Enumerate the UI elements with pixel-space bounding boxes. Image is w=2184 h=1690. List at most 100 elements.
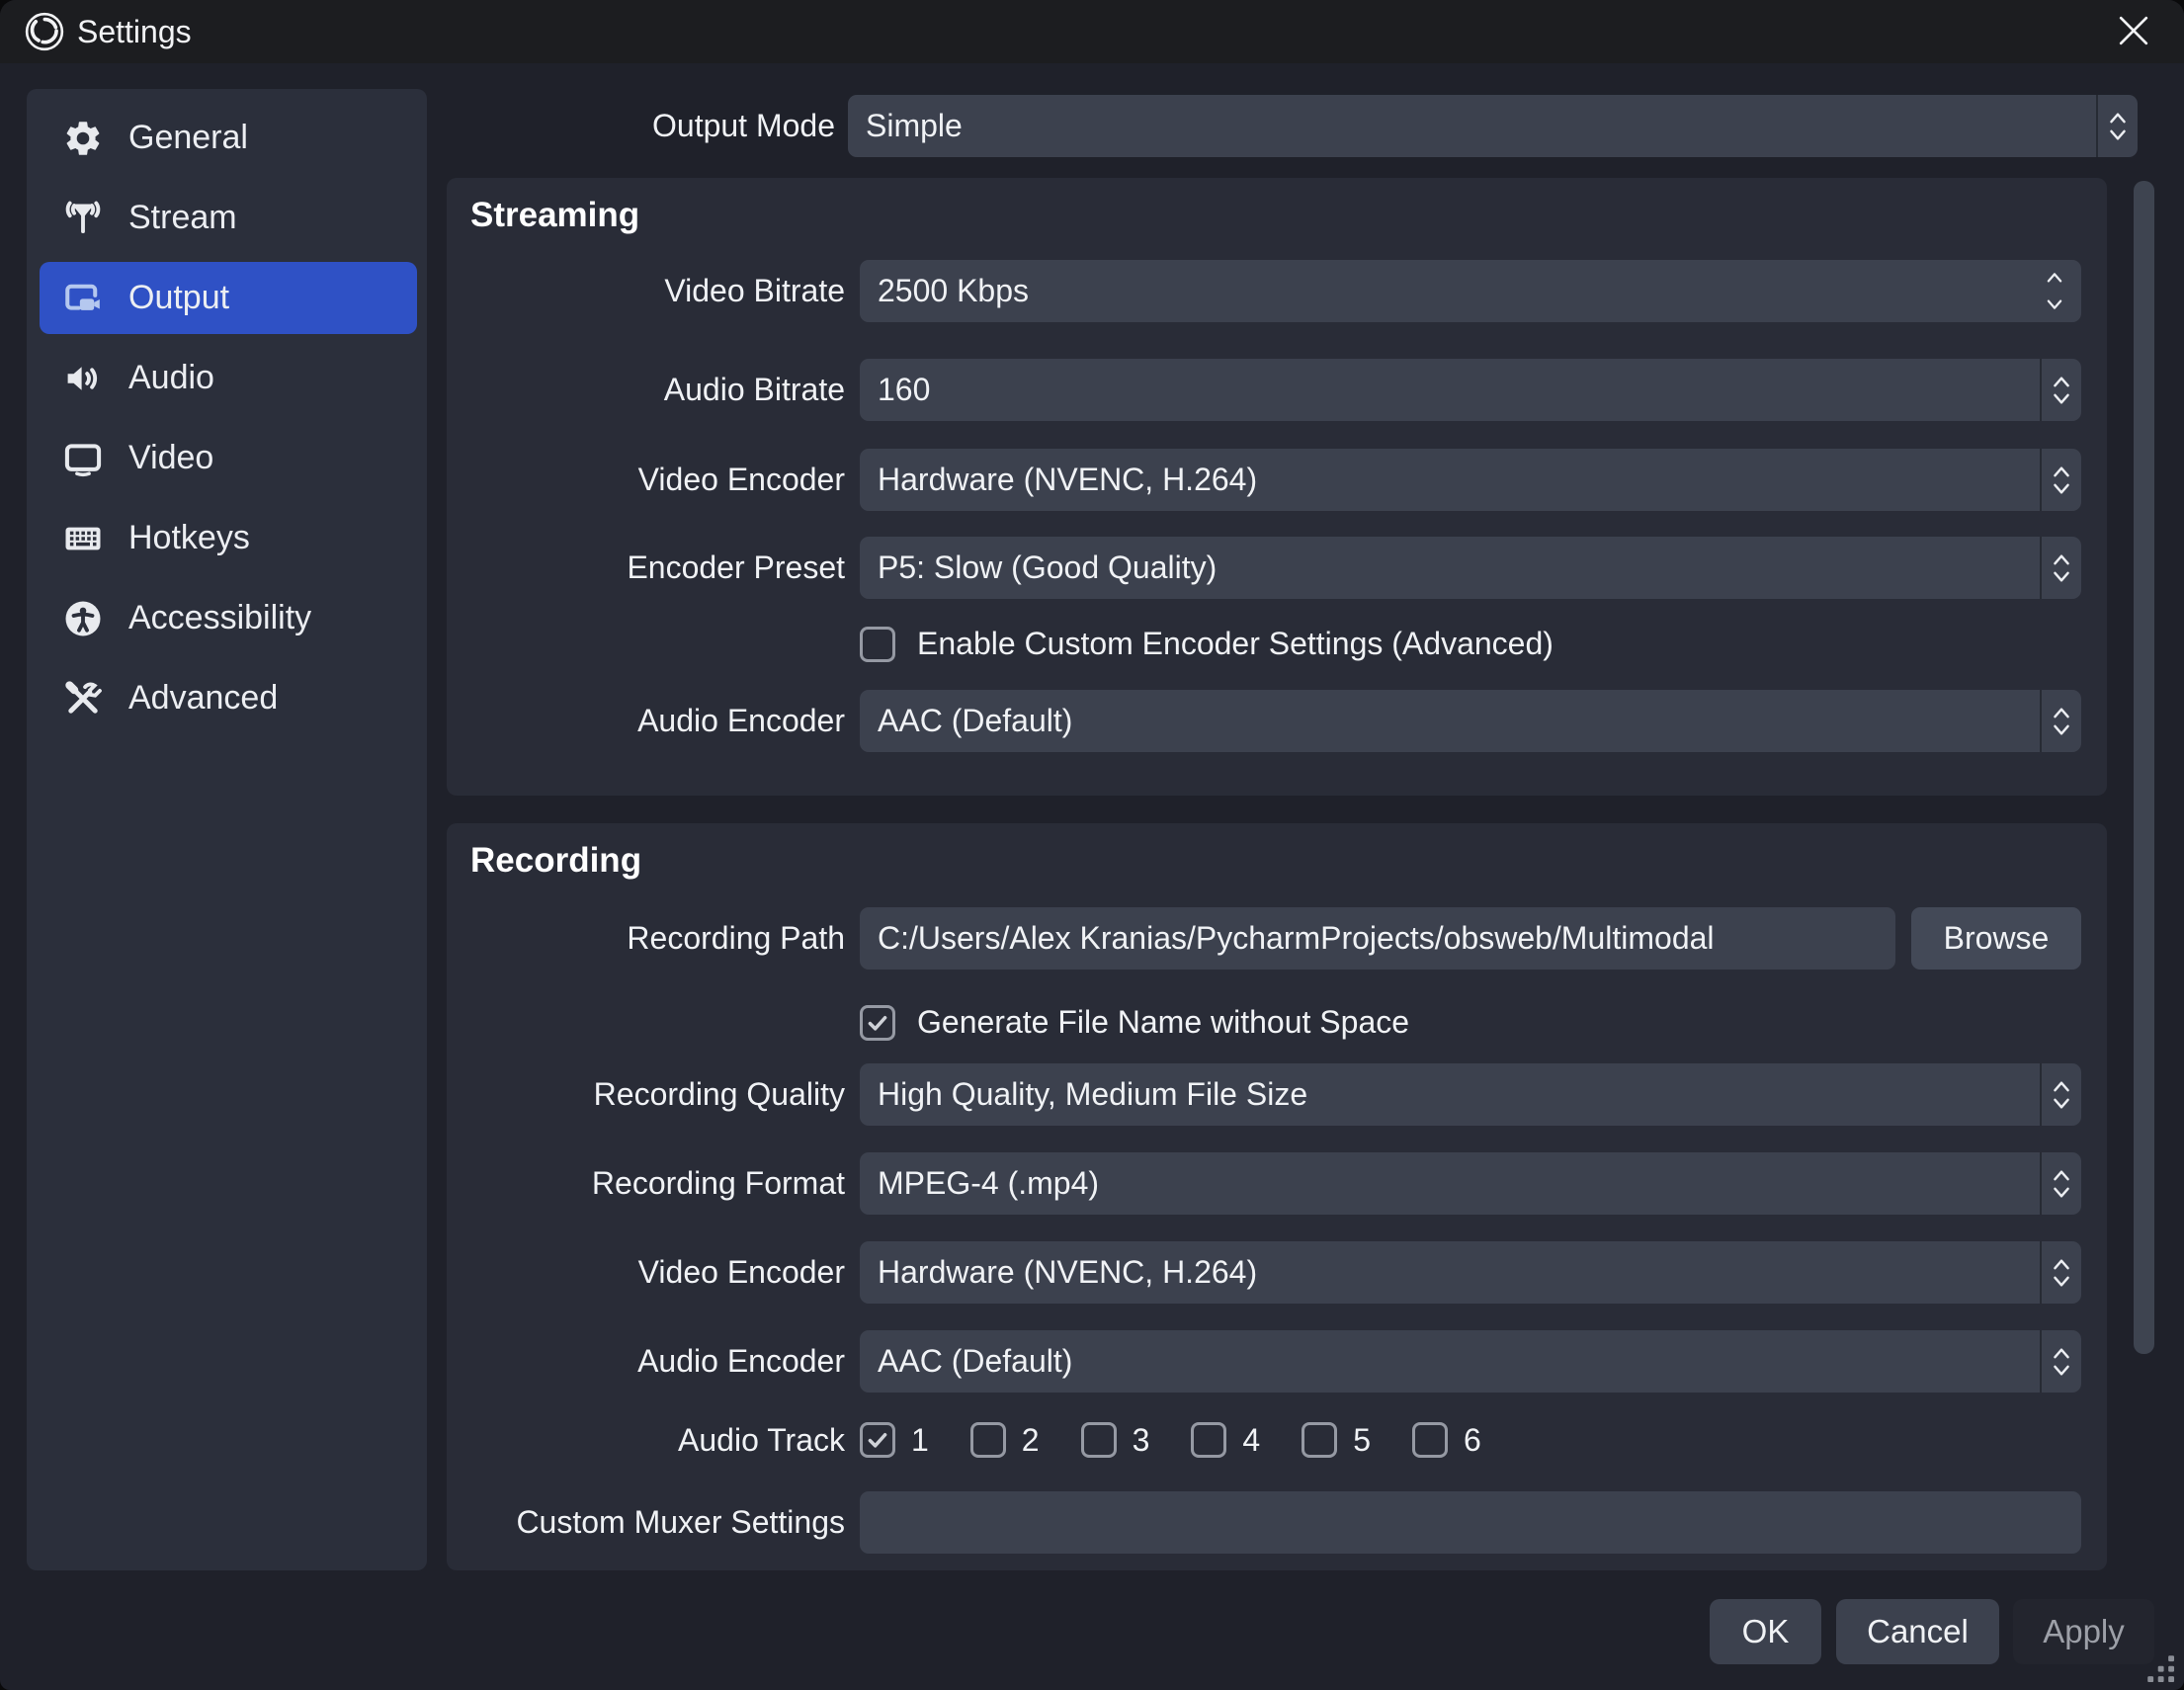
custom-encoder-settings-checkbox[interactable] — [860, 627, 895, 662]
audio-track-4-checkbox[interactable] — [1191, 1422, 1226, 1458]
sidebar-item-label: Video — [128, 439, 213, 477]
speaker-icon — [61, 357, 105, 400]
recording-path-row: Recording Path C:/Users/Alex Kranias/Pyc… — [447, 907, 2107, 970]
generate-filename-label: Generate File Name without Space — [917, 1004, 1409, 1041]
settings-sidebar: General Stream — [27, 89, 427, 1570]
recording-path-input[interactable]: C:/Users/Alex Kranias/PycharmProjects/ob… — [860, 907, 1895, 970]
combo-arrows-icon — [2040, 1063, 2081, 1126]
close-button[interactable] — [2111, 9, 2156, 54]
sidebar-item-label: Audio — [128, 359, 214, 397]
accessibility-person-icon — [61, 597, 105, 640]
audio-track-5-checkbox[interactable] — [1302, 1422, 1337, 1458]
audio-track-6: 6 — [1412, 1422, 1481, 1459]
sidebar-item-label: Hotkeys — [128, 519, 250, 557]
custom-encoder-settings-row: Enable Custom Encoder Settings (Advanced… — [860, 626, 1554, 662]
titlebar: Settings — [0, 0, 2184, 63]
browse-button[interactable]: Browse — [1911, 907, 2081, 970]
resize-grip[interactable] — [2142, 1650, 2176, 1684]
stream-video-encoder-value: Hardware (NVENC, H.264) — [878, 462, 1257, 498]
recording-quality-value: High Quality, Medium File Size — [878, 1076, 1307, 1113]
audio-track-2: 2 — [970, 1422, 1040, 1459]
audio-track-3: 3 — [1081, 1422, 1150, 1459]
audio-track-6-checkbox[interactable] — [1412, 1422, 1448, 1458]
ok-button[interactable]: OK — [1710, 1599, 1821, 1664]
sidebar-item-advanced[interactable]: Advanced — [40, 662, 417, 734]
keyboard-icon — [61, 517, 105, 560]
combo-arrows-icon — [2040, 1241, 2081, 1304]
tools-icon — [61, 677, 105, 720]
output-mode-select[interactable]: Simple — [848, 95, 2138, 157]
stream-audio-encoder-row: Audio Encoder AAC (Default) — [447, 690, 2107, 752]
recording-quality-select[interactable]: High Quality, Medium File Size — [860, 1063, 2081, 1126]
audio-bitrate-label: Audio Bitrate — [447, 372, 845, 408]
cancel-button[interactable]: Cancel — [1836, 1599, 1999, 1664]
audio-track-2-checkbox[interactable] — [970, 1422, 1006, 1458]
screen-record-icon — [61, 277, 105, 320]
audio-track-1: 1 — [860, 1422, 929, 1459]
sidebar-item-label: Accessibility — [128, 599, 311, 637]
stream-audio-encoder-label: Audio Encoder — [447, 703, 845, 739]
rec-video-encoder-label: Video Encoder — [447, 1254, 845, 1291]
recording-format-row: Recording Format MPEG-4 (.mp4) — [447, 1152, 2107, 1215]
video-bitrate-input[interactable]: 2500 Kbps — [860, 260, 2081, 322]
recording-format-select[interactable]: MPEG-4 (.mp4) — [860, 1152, 2081, 1215]
sidebar-item-audio[interactable]: Audio — [40, 342, 417, 414]
encoder-preset-value: P5: Slow (Good Quality) — [878, 549, 1217, 586]
combo-arrows-icon — [2096, 95, 2138, 157]
audio-bitrate-row: Audio Bitrate 160 — [447, 359, 2107, 421]
recording-path-label: Recording Path — [447, 920, 845, 957]
stream-video-encoder-select[interactable]: Hardware (NVENC, H.264) — [860, 449, 2081, 511]
audio-track-label: Audio Track — [447, 1422, 845, 1459]
sidebar-item-label: Stream — [128, 199, 237, 237]
recording-panel: Recording Recording Path C:/Users/Alex K… — [447, 823, 2107, 1570]
rec-video-encoder-row: Video Encoder Hardware (NVENC, H.264) — [447, 1241, 2107, 1304]
combo-arrows-icon — [2040, 449, 2081, 511]
combo-arrows-icon — [2040, 537, 2081, 599]
stream-video-encoder-row: Video Encoder Hardware (NVENC, H.264) — [447, 449, 2107, 511]
output-mode-value: Simple — [866, 108, 963, 144]
sidebar-item-video[interactable]: Video — [40, 422, 417, 494]
generate-filename-checkbox[interactable] — [860, 1005, 895, 1041]
streaming-panel: Streaming Video Bitrate 2500 Kbps Audio … — [447, 178, 2107, 796]
rec-audio-encoder-row: Audio Encoder AAC (Default) — [447, 1330, 2107, 1393]
custom-muxer-input[interactable] — [860, 1491, 2081, 1554]
encoder-preset-row: Encoder Preset P5: Slow (Good Quality) — [447, 537, 2107, 599]
video-bitrate-row: Video Bitrate 2500 Kbps — [447, 260, 2107, 322]
gear-icon — [61, 117, 105, 160]
window-title: Settings — [77, 14, 192, 50]
sidebar-item-hotkeys[interactable]: Hotkeys — [40, 502, 417, 574]
stream-audio-encoder-value: AAC (Default) — [878, 703, 1072, 739]
recording-format-label: Recording Format — [447, 1165, 845, 1202]
sidebar-item-output[interactable]: Output — [40, 262, 417, 334]
stream-video-encoder-label: Video Encoder — [447, 462, 845, 498]
settings-window: Settings General — [0, 0, 2184, 1690]
spinner-arrows-icon[interactable] — [2034, 260, 2075, 322]
obs-logo-icon — [24, 11, 65, 52]
combo-arrows-icon — [2040, 1330, 2081, 1393]
sidebar-item-stream[interactable]: Stream — [40, 182, 417, 254]
sidebar-item-accessibility[interactable]: Accessibility — [40, 582, 417, 654]
output-mode-label: Output Mode — [435, 95, 835, 157]
sidebar-item-label: Output — [128, 279, 229, 317]
sidebar-item-general[interactable]: General — [40, 102, 417, 174]
encoder-preset-select[interactable]: P5: Slow (Good Quality) — [860, 537, 2081, 599]
encoder-preset-label: Encoder Preset — [447, 549, 845, 586]
rec-audio-encoder-select[interactable]: AAC (Default) — [860, 1330, 2081, 1393]
rec-video-encoder-value: Hardware (NVENC, H.264) — [878, 1254, 1257, 1291]
custom-muxer-row: Custom Muxer Settings — [447, 1491, 2107, 1554]
audio-track-1-checkbox[interactable] — [860, 1422, 895, 1458]
broadcast-antenna-icon — [61, 197, 105, 240]
audio-track-3-checkbox[interactable] — [1081, 1422, 1117, 1458]
monitor-icon — [61, 437, 105, 480]
generate-filename-row: Generate File Name without Space — [860, 1004, 1409, 1041]
audio-track-4: 4 — [1191, 1422, 1260, 1459]
custom-muxer-label: Custom Muxer Settings — [447, 1504, 845, 1541]
stream-audio-encoder-select[interactable]: AAC (Default) — [860, 690, 2081, 752]
apply-button[interactable]: Apply — [2013, 1599, 2154, 1664]
combo-arrows-icon — [2040, 690, 2081, 752]
audio-bitrate-select[interactable]: 160 — [860, 359, 2081, 421]
vertical-scrollbar-thumb[interactable] — [2134, 181, 2154, 1354]
rec-video-encoder-select[interactable]: Hardware (NVENC, H.264) — [860, 1241, 2081, 1304]
audio-track-row: Audio Track 1 2 — [447, 1418, 2107, 1462]
sidebar-item-label: Advanced — [128, 679, 278, 718]
